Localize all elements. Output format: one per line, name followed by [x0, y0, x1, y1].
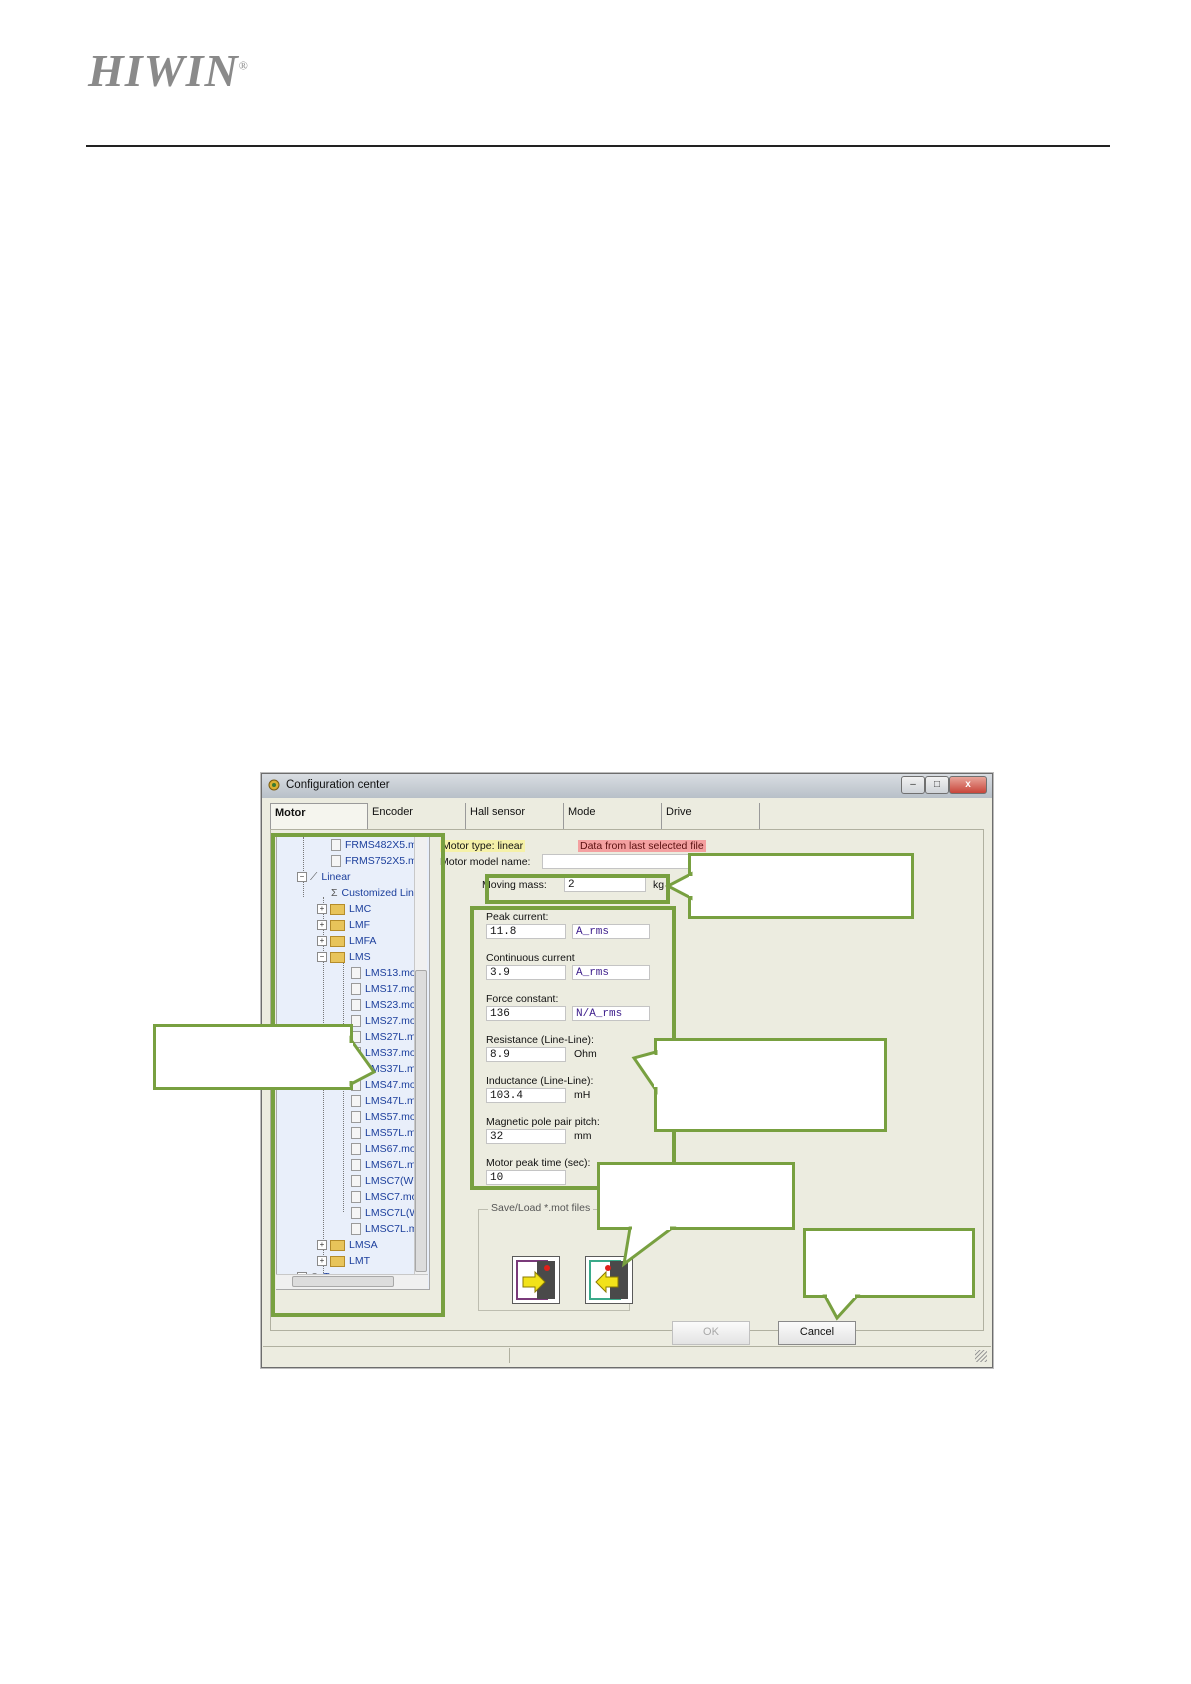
tab-drive[interactable]: Drive: [662, 803, 760, 829]
callout-tail: [621, 1226, 677, 1268]
maximize-button[interactable]: □: [925, 776, 949, 794]
tab-encoder[interactable]: Encoder: [368, 803, 466, 829]
header-rule: [86, 145, 1110, 147]
window-title: Configuration center: [286, 779, 390, 791]
registered-mark: ®: [238, 58, 249, 73]
save-mot-button[interactable]: [512, 1256, 560, 1304]
callout-tail: [664, 871, 693, 901]
callout-tail: [631, 1050, 658, 1095]
tab-motor[interactable]: Motor: [270, 803, 368, 829]
cancel-button[interactable]: Cancel: [778, 1321, 856, 1345]
callout-tail: [822, 1294, 861, 1321]
resize-grip-icon[interactable]: [975, 1350, 987, 1362]
model-name-label: Motor model name:: [440, 856, 531, 868]
motor-type-label: Motor type: linear: [440, 840, 526, 852]
tab-hall-sensor[interactable]: Hall sensor: [466, 803, 564, 829]
status-bar: [263, 1346, 991, 1366]
ok-button[interactable]: OK: [672, 1321, 750, 1345]
callout-save-load: [597, 1162, 795, 1230]
data-source-note: Data from last selected file: [578, 840, 706, 852]
hiwin-logo: HIWIN®: [88, 44, 249, 97]
status-pane: [263, 1348, 510, 1363]
close-button[interactable]: x: [949, 776, 987, 794]
callout-parameters: [654, 1038, 887, 1132]
logo-text: HIWIN: [88, 45, 239, 96]
callout-cancel: [803, 1228, 975, 1298]
save-load-title: Save/Load *.mot files: [488, 1202, 594, 1214]
moving-mass-highlight-box: [485, 874, 670, 904]
minimize-button[interactable]: –: [901, 776, 925, 794]
save-icon: [516, 1260, 555, 1300]
tab-mode[interactable]: Mode: [564, 803, 662, 829]
callout-tail: [349, 1035, 377, 1087]
callout-moving-mass: [688, 853, 914, 919]
callout-tree: [153, 1024, 353, 1090]
app-icon: [268, 779, 280, 791]
parameters-highlight-box: [470, 906, 676, 1190]
title-bar[interactable]: Configuration center – □ x: [262, 774, 992, 798]
tab-strip: Motor Encoder Hall sensor Mode Drive: [270, 803, 982, 829]
